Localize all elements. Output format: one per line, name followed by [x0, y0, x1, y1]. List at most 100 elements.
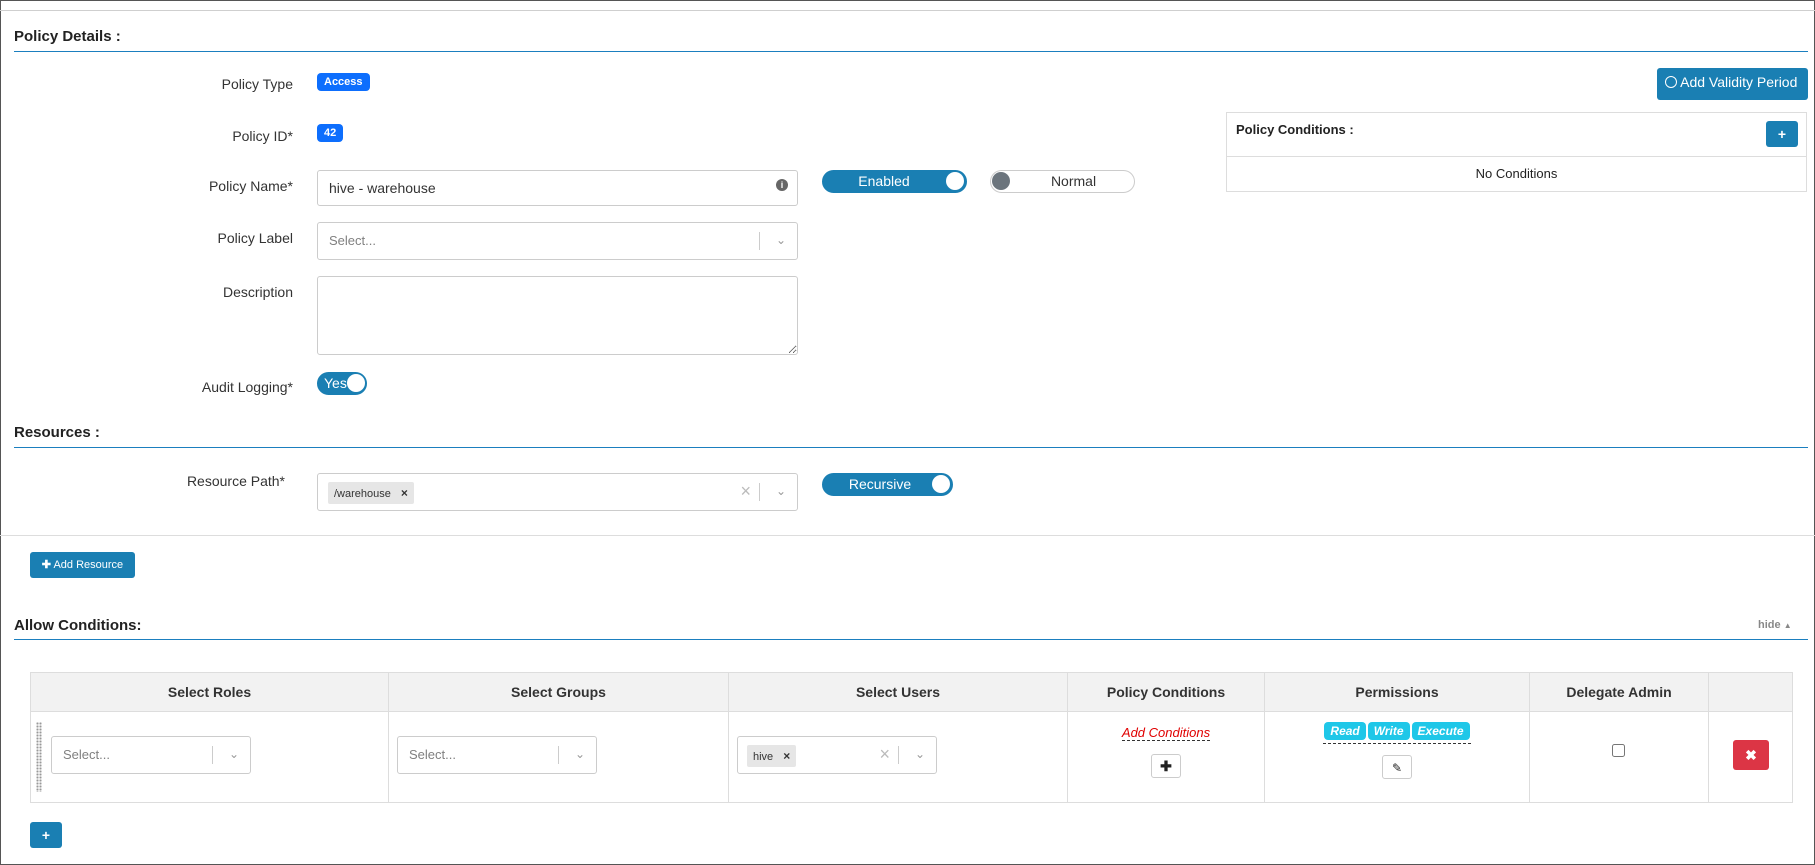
hide-link[interactable]: hide ▲: [1758, 619, 1792, 631]
permissions-cell: Read Write Execute ✎: [1264, 711, 1530, 803]
remove-tag-icon[interactable]: ×: [783, 749, 790, 763]
col-select-roles: Select Roles: [30, 672, 389, 712]
col-actions: [1708, 672, 1793, 712]
groups-placeholder: Select...: [409, 747, 456, 762]
add-conditions-link[interactable]: Add Conditions: [1121, 725, 1211, 741]
users-cell: hive × × ⌄: [728, 711, 1068, 803]
top-divider: [0, 10, 1815, 11]
add-validity-period-button[interactable]: Add Validity Period: [1657, 68, 1808, 100]
allow-conditions-rule: [14, 639, 1808, 640]
roles-cell: Select... ⌄: [30, 711, 389, 803]
table-header-row: Select Roles Select Groups Select Users …: [30, 672, 1793, 712]
delegate-admin-checkbox[interactable]: [1612, 744, 1625, 757]
users-select[interactable]: hive × × ⌄: [737, 736, 937, 774]
policy-id-label: Policy ID*: [232, 128, 293, 144]
policy-conditions-panel: Policy Conditions : + No Conditions: [1226, 112, 1807, 192]
chevron-down-icon[interactable]: ⌄: [575, 747, 585, 761]
permissions-group[interactable]: Read Write Execute: [1323, 722, 1471, 744]
add-row-button[interactable]: +: [30, 822, 62, 848]
audit-logging-toggle[interactable]: Yes: [317, 372, 367, 395]
audit-logging-value: Yes: [324, 375, 347, 391]
resource-path-tag-label: /warehouse: [334, 488, 391, 500]
description-textarea[interactable]: [317, 276, 798, 355]
user-tag: hive ×: [747, 745, 797, 767]
policy-label-label: Policy Label: [217, 230, 294, 246]
pencil-icon: ✎: [1391, 761, 1403, 775]
col-delegate-admin: Delegate Admin: [1529, 672, 1709, 712]
chevron-down-icon[interactable]: ⌄: [915, 747, 925, 761]
col-select-groups: Select Groups: [388, 672, 729, 712]
policy-label-select[interactable]: Select... ⌄: [317, 222, 798, 260]
select-separator: [759, 483, 760, 501]
add-validity-period-label: Add Validity Period: [1680, 74, 1798, 90]
groups-select[interactable]: Select... ⌄: [397, 736, 597, 774]
chevron-down-icon[interactable]: ⌄: [229, 747, 239, 761]
panel-divider: [1227, 156, 1806, 157]
col-permissions: Permissions: [1264, 672, 1530, 712]
policy-name-input[interactable]: hive - warehouse i: [317, 170, 798, 206]
resources-title: Resources :: [14, 424, 100, 441]
policy-details-title: Policy Details :: [14, 28, 121, 45]
add-condition-button[interactable]: ✚: [1151, 754, 1181, 778]
col-policy-conditions: Policy Conditions: [1067, 672, 1265, 712]
normal-toggle-label: Normal: [1050, 173, 1097, 189]
caret-up-icon: ▲: [1783, 621, 1792, 630]
policy-type-label: Policy Type: [221, 76, 293, 92]
actions-cell: ✖: [1708, 711, 1793, 803]
policy-name-value: hive - warehouse: [329, 180, 436, 196]
resource-path-select[interactable]: /warehouse × × ⌄: [317, 473, 798, 511]
groups-cell: Select... ⌄: [388, 711, 729, 803]
allow-conditions-title: Allow Conditions:: [14, 617, 142, 634]
conditions-cell: Add Conditions ✚: [1067, 711, 1265, 803]
permissions-tags: Read Write Execute: [1265, 722, 1529, 744]
user-tag-label: hive: [753, 751, 774, 763]
toggle-knob: [932, 475, 950, 493]
enabled-toggle-label: Enabled: [858, 173, 910, 189]
recursive-toggle-label: Recursive: [848, 476, 912, 492]
audit-logging-label: Audit Logging*: [201, 379, 293, 395]
resources-divider: [0, 535, 1815, 536]
info-icon: i: [776, 179, 788, 191]
roles-placeholder: Select...: [63, 747, 110, 762]
policy-id-badge: 42: [317, 124, 344, 142]
permission-write: Write: [1367, 722, 1410, 740]
add-policy-condition-button[interactable]: +: [1766, 121, 1798, 147]
add-resource-label: Add Resource: [53, 559, 124, 571]
roles-select[interactable]: Select... ⌄: [51, 736, 251, 774]
delete-row-button[interactable]: ✖: [1733, 740, 1769, 770]
clock-icon: [1665, 76, 1677, 88]
allow-conditions-table: Select Roles Select Groups Select Users …: [30, 672, 1793, 803]
remove-tag-icon[interactable]: ×: [401, 486, 408, 500]
permission-read: Read: [1324, 722, 1366, 740]
clear-icon[interactable]: ×: [740, 481, 751, 502]
enabled-toggle[interactable]: Enabled: [822, 170, 967, 193]
toggle-knob: [992, 172, 1010, 190]
add-resource-button[interactable]: ✚ Add Resource: [30, 552, 135, 578]
toggle-knob: [946, 172, 964, 190]
chevron-down-icon[interactable]: ⌄: [776, 233, 786, 247]
chevron-down-icon[interactable]: ⌄: [776, 484, 786, 498]
edit-permissions-button[interactable]: ✎: [1382, 755, 1412, 779]
policy-label-placeholder: Select...: [329, 233, 376, 248]
permission-execute: Execute: [1411, 722, 1470, 740]
close-icon: ✖: [1745, 747, 1757, 763]
delegate-admin-cell: [1529, 711, 1709, 803]
resources-rule: [14, 447, 1808, 448]
policy-details-rule: [14, 51, 1808, 52]
description-label: Description: [222, 284, 293, 300]
normal-toggle[interactable]: Normal: [990, 170, 1135, 193]
select-separator: [212, 746, 213, 764]
hide-link-label: hide: [1758, 619, 1781, 631]
table-row: Select... ⌄ Select... ⌄ hive × × ⌄ Add C…: [30, 711, 1793, 803]
recursive-toggle[interactable]: Recursive: [822, 473, 953, 496]
policy-type-badge: Access: [317, 73, 370, 91]
col-select-users: Select Users: [728, 672, 1068, 712]
plus-icon: ✚: [1160, 758, 1172, 774]
policy-conditions-title: Policy Conditions :: [1236, 122, 1354, 137]
drag-handle-icon[interactable]: [36, 722, 42, 792]
select-separator: [558, 746, 559, 764]
policy-name-label: Policy Name*: [208, 178, 293, 194]
resource-path-tag: /warehouse ×: [328, 482, 414, 504]
clear-icon[interactable]: ×: [879, 744, 890, 765]
no-conditions-text: No Conditions: [1475, 166, 1558, 181]
